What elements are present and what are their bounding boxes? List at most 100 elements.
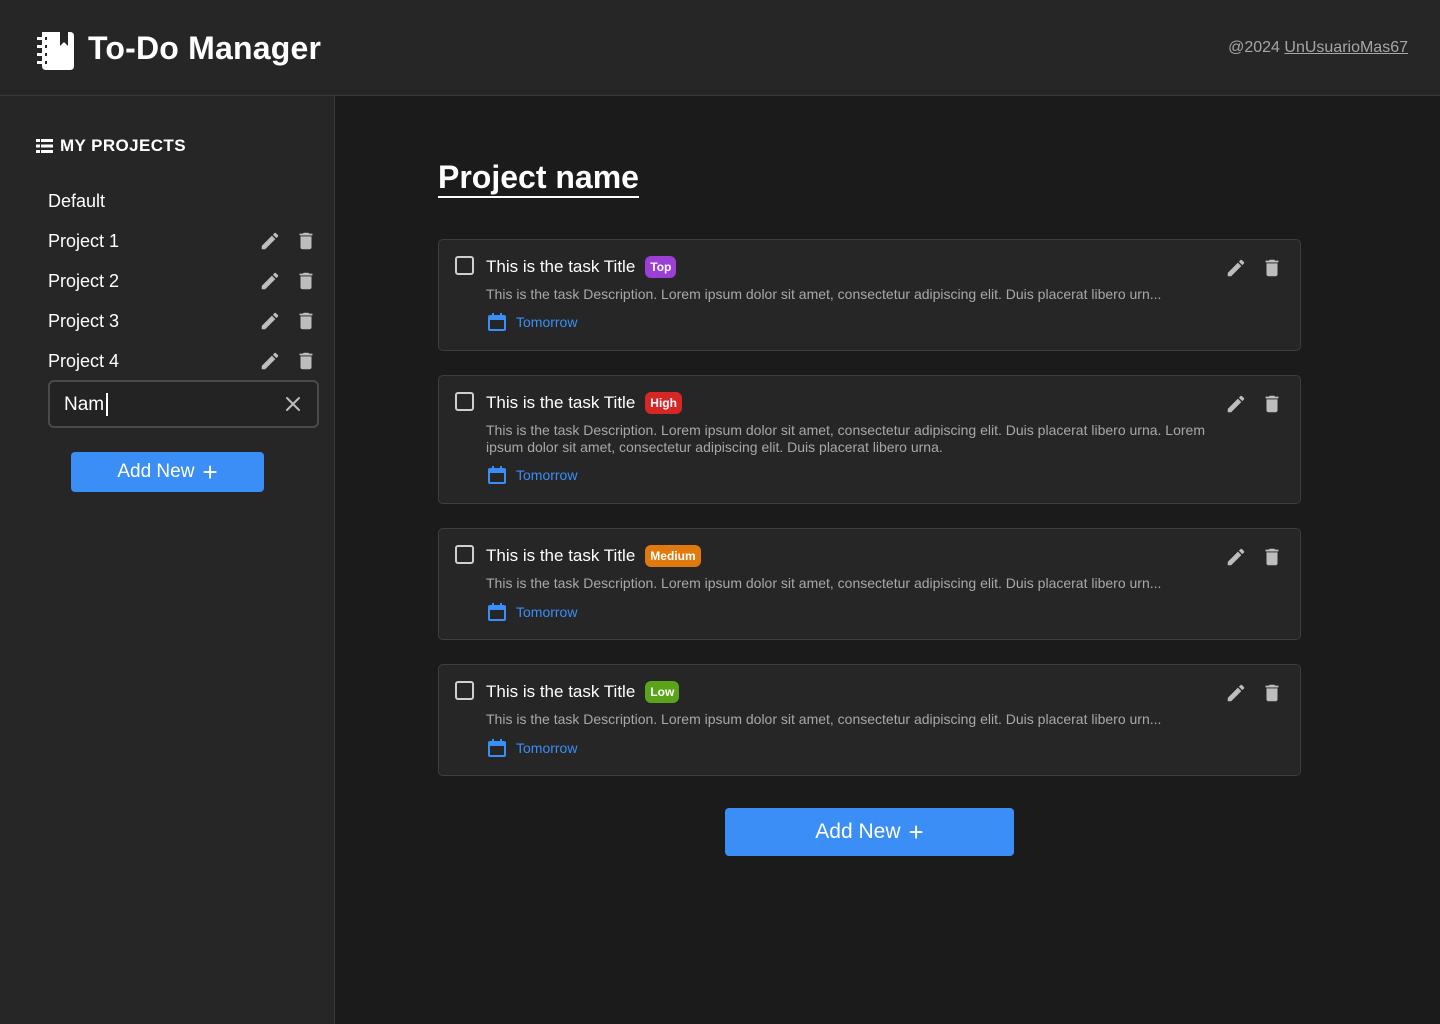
task-due-date: Tomorrow [487, 312, 577, 332]
task-due-date: Tomorrow [487, 465, 577, 485]
task-due-text: Tomorrow [516, 314, 578, 330]
trash-icon [299, 272, 313, 290]
project-label: Default [48, 190, 106, 211]
delete-project-button[interactable] [294, 309, 318, 333]
projects-heading: MY PROJECTS [36, 136, 186, 156]
task-checkbox[interactable] [455, 681, 474, 700]
task-description: This is the task Description. Lorem ipsu… [486, 575, 1162, 591]
pencil-icon [1227, 259, 1245, 277]
trash-icon [1265, 259, 1279, 277]
text-caret [106, 393, 108, 416]
task-title: This is the task Title Top [486, 256, 677, 278]
edit-project-button[interactable] [258, 229, 282, 253]
task-actions [1212, 545, 1284, 569]
credit: @2024 UnUsuarioMas67 [1228, 38, 1408, 58]
task-actions [1212, 256, 1284, 280]
sidebar-item-project-2[interactable]: Project 2 [48, 265, 318, 297]
priority-badge: Medium [645, 545, 701, 567]
credit-user-link[interactable]: UnUsuarioMas67 [1284, 39, 1408, 56]
edit-project-button[interactable] [258, 349, 282, 373]
calendar-icon [488, 466, 506, 484]
delete-project-button[interactable] [294, 349, 318, 373]
edit-task-button[interactable] [1224, 545, 1248, 569]
trash-icon [299, 232, 313, 250]
pencil-icon [261, 312, 279, 330]
app-title: To-Do Manager [88, 30, 322, 66]
edit-task-button[interactable] [1224, 256, 1248, 280]
add-task-button[interactable]: Add New + [725, 808, 1014, 856]
sidebar-item-project-3[interactable]: Project 3 [48, 305, 318, 337]
task-due-text: Tomorrow [516, 604, 578, 620]
trash-icon [299, 312, 313, 330]
calendar-icon [488, 739, 506, 757]
edit-project-button[interactable] [258, 309, 282, 333]
edit-task-button[interactable] [1224, 392, 1248, 416]
priority-badge: High [645, 392, 682, 414]
projects-heading-label: MY PROJECTS [60, 136, 186, 155]
task-due-text: Tomorrow [516, 467, 578, 483]
task-checkbox[interactable] [455, 545, 474, 564]
add-project-label: Add New [117, 461, 195, 482]
list-icon [36, 139, 53, 153]
priority-badge: Low [645, 681, 680, 703]
project-label: Project 4 [48, 350, 120, 371]
project-label: Project 2 [48, 270, 120, 291]
delete-task-button[interactable] [1260, 392, 1284, 416]
sidebar-item-project-4[interactable]: Project 4 [48, 345, 318, 377]
pencil-icon [1227, 548, 1245, 566]
plus-icon: + [908, 817, 924, 847]
task-title: This is the task Title High [486, 392, 682, 414]
task-title-text: This is the task Title [486, 257, 636, 276]
project-label: Project 1 [48, 230, 120, 251]
project-title: Project name [438, 158, 639, 198]
edit-task-button[interactable] [1224, 681, 1248, 705]
calendar-icon [488, 603, 506, 621]
notebook-icon [37, 32, 74, 70]
delete-task-button[interactable] [1260, 681, 1284, 705]
credit-year: @2024 [1228, 39, 1280, 56]
sidebar-item-project-1[interactable]: Project 1 [48, 225, 318, 257]
new-project-field [48, 380, 319, 428]
task-due-text: Tomorrow [516, 740, 578, 756]
close-icon[interactable] [283, 394, 303, 414]
task-title-text: This is the task Title [486, 546, 636, 565]
task-due-date: Tomorrow [487, 738, 577, 758]
task-title-text: This is the task Title [486, 682, 636, 701]
sidebar-item-default[interactable]: Default [48, 185, 318, 217]
task-actions [1212, 392, 1284, 416]
pencil-icon [261, 352, 279, 370]
task-card: This is the task Title Medium This is the… [438, 528, 1301, 640]
task-card: This is the task Title Low This is the ta… [438, 664, 1301, 776]
new-project-input[interactable] [64, 392, 264, 418]
pencil-icon [1227, 684, 1245, 702]
task-title: This is the task Title Low [486, 681, 680, 703]
app-header: To-Do Manager @2024 UnUsuarioMas67 [0, 0, 1440, 96]
task-description: This is the task Description. Lorem ipsu… [486, 286, 1162, 302]
project-label: Project 3 [48, 310, 120, 331]
task-title: This is the task Title Medium [486, 545, 701, 567]
pencil-icon [261, 272, 279, 290]
priority-badge: Top [645, 256, 677, 278]
task-card: This is the task Title Top This is the ta… [438, 239, 1301, 351]
task-title-text: This is the task Title [486, 393, 636, 412]
task-due-date: Tomorrow [487, 602, 577, 622]
pencil-icon [261, 232, 279, 250]
delete-project-button[interactable] [294, 269, 318, 293]
plus-icon: + [202, 457, 218, 487]
add-task-label: Add New [815, 820, 901, 843]
delete-task-button[interactable] [1260, 545, 1284, 569]
task-description: This is the task Description. Lorem ipsu… [486, 711, 1162, 727]
task-checkbox[interactable] [455, 392, 474, 411]
delete-project-button[interactable] [294, 229, 318, 253]
trash-icon [1265, 395, 1279, 413]
trash-icon [1265, 684, 1279, 702]
add-project-button[interactable]: Add New + [71, 452, 264, 492]
task-actions [1212, 681, 1284, 705]
trash-icon [1265, 548, 1279, 566]
calendar-icon [488, 313, 506, 331]
delete-task-button[interactable] [1260, 256, 1284, 280]
sidebar: MY PROJECTS Default Project 1 Project 2 … [0, 96, 335, 1024]
pencil-icon [1227, 395, 1245, 413]
edit-project-button[interactable] [258, 269, 282, 293]
task-checkbox[interactable] [455, 256, 474, 275]
